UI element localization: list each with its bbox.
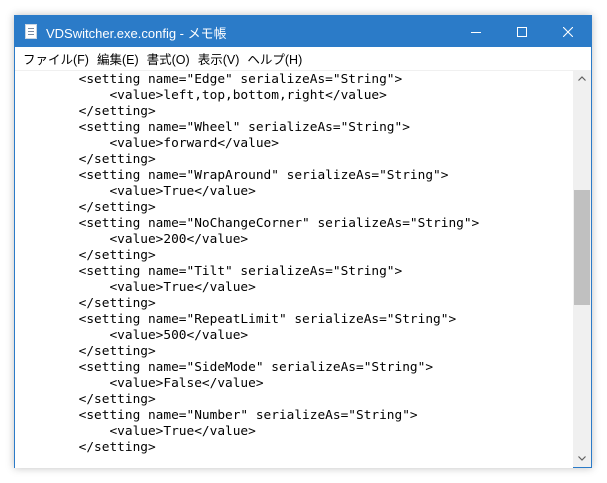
text-line: </setting> [17,440,156,455]
notepad-icon [25,24,37,39]
menu-format[interactable]: 書式(O) [145,49,196,68]
text-line: </setting> [17,200,156,215]
menu-bar: ファイル(F) 編集(E) 書式(O) 表示(V) ヘルプ(H) [15,47,591,70]
text-line: </setting> [17,248,156,263]
text-line: <setting name="Tilt" serializeAs="String… [17,264,403,279]
minimize-button[interactable] [453,16,499,47]
text-line: <value>True</value> [17,280,256,295]
text-line: <value>200</value> [17,232,249,247]
text-line: <value>500</value> [17,328,249,343]
scrollbar-thumb[interactable] [574,190,590,305]
text-editor[interactable]: <setting name="Edge" serializeAs="String… [15,70,573,468]
text-line: <setting name="Edge" serializeAs="String… [17,72,403,87]
close-icon [563,26,573,37]
menu-edit[interactable]: 編集(E) [95,49,145,68]
window-title: VDSwitcher.exe.config - メモ帳 [46,26,227,41]
text-line: <value>True</value> [17,424,256,439]
text-line: <value>forward</value> [17,136,279,151]
close-button[interactable] [545,16,591,47]
text-line: <setting name="NoChangeCorner" serialize… [17,216,480,231]
text-line: <setting name="Wheel" serializeAs="Strin… [17,120,410,135]
text-line: <setting name="WrapAround" serializeAs="… [17,168,449,183]
text-line: </setting> [17,104,156,119]
minimize-icon [471,31,481,33]
text-line: </setting> [17,296,156,311]
text-line: <setting name="RepeatLimit" serializeAs=… [17,312,457,327]
vertical-scrollbar[interactable] [573,70,591,467]
scroll-down-button[interactable] [573,450,591,467]
menu-file[interactable]: ファイル(F) [21,49,95,68]
menu-view[interactable]: 表示(V) [196,49,246,68]
menu-help[interactable]: ヘルプ(H) [245,49,308,68]
text-line: <value>True</value> [17,184,256,199]
maximize-icon [517,26,527,37]
chevron-down-icon [578,456,586,461]
text-line: <value>False</value> [17,376,264,391]
scroll-up-button[interactable] [573,70,591,87]
text-line: </setting> [17,392,156,407]
text-line: <value>left,top,bottom,right</value> [17,88,387,103]
text-line: <setting name="Number" serializeAs="Stri… [17,408,418,423]
text-line: <setting name="SideMode" serializeAs="St… [17,360,434,375]
notepad-window: VDSwitcher.exe.config - メモ帳 ファイル(F) 編集(E… [14,15,592,468]
text-line: </setting> [17,152,156,167]
title-bar[interactable]: VDSwitcher.exe.config - メモ帳 [15,16,591,47]
text-line: </setting> [17,344,156,359]
chevron-up-icon [578,76,586,81]
maximize-button[interactable] [499,16,545,47]
